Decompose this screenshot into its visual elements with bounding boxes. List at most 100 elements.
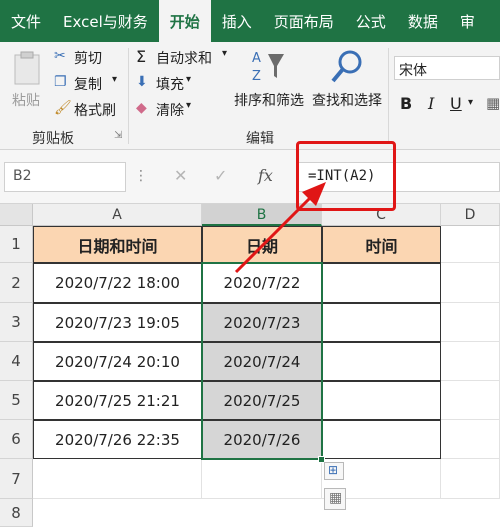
chevron-down-icon: ▾ — [112, 74, 118, 85]
tab-page-layout[interactable]: 页面布局 — [263, 0, 345, 42]
fill-down-icon: ⬇ — [136, 74, 148, 90]
header-cell-date[interactable]: 日期 — [202, 226, 322, 263]
format-painter-button[interactable]: 🖌 格式刷 — [54, 100, 124, 120]
empty-cell[interactable] — [202, 459, 322, 499]
row-header-8[interactable]: 8 — [0, 499, 33, 527]
group-divider — [128, 48, 129, 144]
row-header-4[interactable]: 4 — [0, 342, 33, 381]
tab-file[interactable]: 文件 — [0, 0, 52, 42]
column-header-d[interactable]: D — [441, 204, 500, 226]
copy-label: 复制 — [74, 77, 102, 93]
ribbon-tab-bar: 文件 Excel与财务 开始 插入 页面布局 公式 数据 审 — [0, 0, 500, 42]
quick-analysis-button[interactable]: ▦ — [324, 488, 346, 510]
tab-formulas[interactable]: 公式 — [345, 0, 397, 42]
empty-cell[interactable] — [441, 342, 500, 381]
datetime-cell[interactable]: 2020/7/24 20:10 — [33, 342, 202, 381]
empty-cell[interactable] — [441, 226, 500, 263]
underline-button[interactable]: U — [450, 94, 462, 113]
fill-label: 填充 — [156, 77, 184, 93]
empty-cell[interactable] — [441, 263, 500, 303]
header-cell-time[interactable]: 时间 — [322, 226, 441, 263]
format-painter-label: 格式刷 — [74, 103, 116, 119]
find-select-label: 查找和选择 — [312, 93, 382, 109]
name-box[interactable]: B2 — [4, 162, 126, 192]
empty-cell[interactable] — [441, 381, 500, 420]
header-cell-datetime[interactable]: 日期和时间 — [33, 226, 202, 263]
svg-text:Z: Z — [252, 69, 261, 84]
clear-label: 清除 — [156, 103, 184, 119]
tab-insert[interactable]: 插入 — [211, 0, 263, 42]
tab-data[interactable]: 数据 — [397, 0, 449, 42]
quick-analysis-icon: ▦ — [329, 490, 343, 506]
paste-icon — [14, 51, 40, 85]
enter-icon[interactable]: ✓ — [214, 166, 227, 185]
scissors-icon: ✂ — [54, 48, 66, 64]
sort-filter-icon: A Z — [252, 51, 284, 84]
time-cell[interactable] — [322, 342, 441, 381]
empty-cell[interactable] — [33, 459, 202, 499]
autosum-button[interactable]: Σ 自动求和 ▾ — [136, 47, 232, 68]
row-header-6[interactable]: 6 — [0, 420, 33, 459]
italic-button[interactable]: I — [428, 94, 434, 113]
vertical-dots-icon: ⋮ — [134, 168, 148, 184]
time-cell[interactable] — [322, 303, 441, 342]
tab-home[interactable]: 开始 — [158, 0, 211, 42]
flash-fill-icon: ⊞ — [328, 463, 339, 477]
chevron-down-icon: ▾ — [186, 100, 192, 111]
font-name-value: 宋体 — [399, 63, 427, 79]
paste-label: 粘贴 — [12, 93, 40, 109]
bold-button[interactable]: B — [400, 94, 412, 113]
sort-filter-label: 排序和筛选 — [234, 93, 304, 109]
chevron-down-icon: ▾ — [222, 48, 228, 59]
insert-function-button[interactable]: fx — [258, 166, 273, 185]
eraser-icon: ◆ — [136, 100, 147, 116]
row-header-3[interactable]: 3 — [0, 303, 33, 342]
time-cell[interactable] — [322, 263, 441, 303]
flash-fill-options-button[interactable]: ⊞ — [324, 462, 344, 480]
time-cell[interactable] — [322, 420, 441, 459]
datetime-cell[interactable]: 2020/7/26 22:35 — [33, 420, 202, 459]
cut-label: 剪切 — [74, 51, 102, 67]
fill-button[interactable]: ⬇ 填充 ▾ — [136, 74, 206, 94]
selection-range-border — [201, 262, 323, 460]
row-header-5[interactable]: 5 — [0, 381, 33, 420]
paste-button[interactable]: 粘贴 — [6, 46, 48, 112]
font-name-select[interactable]: 宋体 — [394, 56, 500, 80]
copy-button[interactable]: ❐ 复制 ▾ — [54, 74, 124, 94]
datetime-cell[interactable]: 2020/7/22 18:00 — [33, 263, 202, 303]
row-header-2[interactable]: 2 — [0, 263, 33, 303]
sigma-icon: Σ — [136, 47, 147, 66]
tab-review[interactable]: 审 — [449, 0, 486, 42]
empty-cell[interactable] — [441, 420, 500, 459]
row-header-1[interactable]: 1 — [0, 226, 33, 263]
find-select-button[interactable]: 查找和选择 — [310, 46, 386, 112]
ribbon-home: 粘贴 ✂ 剪切 ❐ 复制 ▾ 🖌 格式刷 剪贴板 ⇲ Σ 自动求和 ▾ ⬇ 填充… — [0, 42, 500, 150]
brush-icon: 🖌 — [54, 100, 72, 116]
chevron-down-icon: ▾ — [186, 74, 192, 85]
datetime-cell[interactable]: 2020/7/23 19:05 — [33, 303, 202, 342]
chevron-down-icon: ▾ — [468, 97, 474, 108]
dialog-launcher-icon[interactable]: ⇲ — [114, 130, 122, 141]
datetime-cell[interactable]: 2020/7/25 21:21 — [33, 381, 202, 420]
clear-button[interactable]: ◆ 清除 ▾ — [136, 100, 206, 120]
column-header-a[interactable]: A — [33, 204, 202, 226]
row-header-7[interactable]: 7 — [0, 459, 33, 499]
editing-group-label: 编辑 — [246, 131, 274, 147]
copy-icon: ❐ — [54, 74, 67, 90]
formula-highlight-box — [296, 141, 396, 211]
magnifier-icon — [331, 50, 362, 83]
borders-icon[interactable]: ▦ — [486, 94, 500, 112]
tab-excel-finance[interactable]: Excel与财务 — [52, 0, 159, 42]
svg-text:A: A — [252, 51, 261, 66]
time-cell[interactable] — [322, 381, 441, 420]
group-divider — [388, 48, 389, 144]
empty-cell[interactable] — [441, 459, 500, 499]
empty-cell[interactable] — [441, 303, 500, 342]
clipboard-group-label: 剪贴板 — [32, 131, 74, 147]
cancel-icon[interactable]: ✕ — [174, 166, 187, 185]
sort-filter-button[interactable]: A Z 排序和筛选 — [232, 46, 308, 112]
formula-bar: B2 ⋮ ✕ ✓ fx — [0, 150, 500, 204]
select-all-corner[interactable] — [0, 204, 33, 226]
cut-button[interactable]: ✂ 剪切 — [54, 48, 114, 68]
autosum-label: 自动求和 — [156, 51, 212, 67]
